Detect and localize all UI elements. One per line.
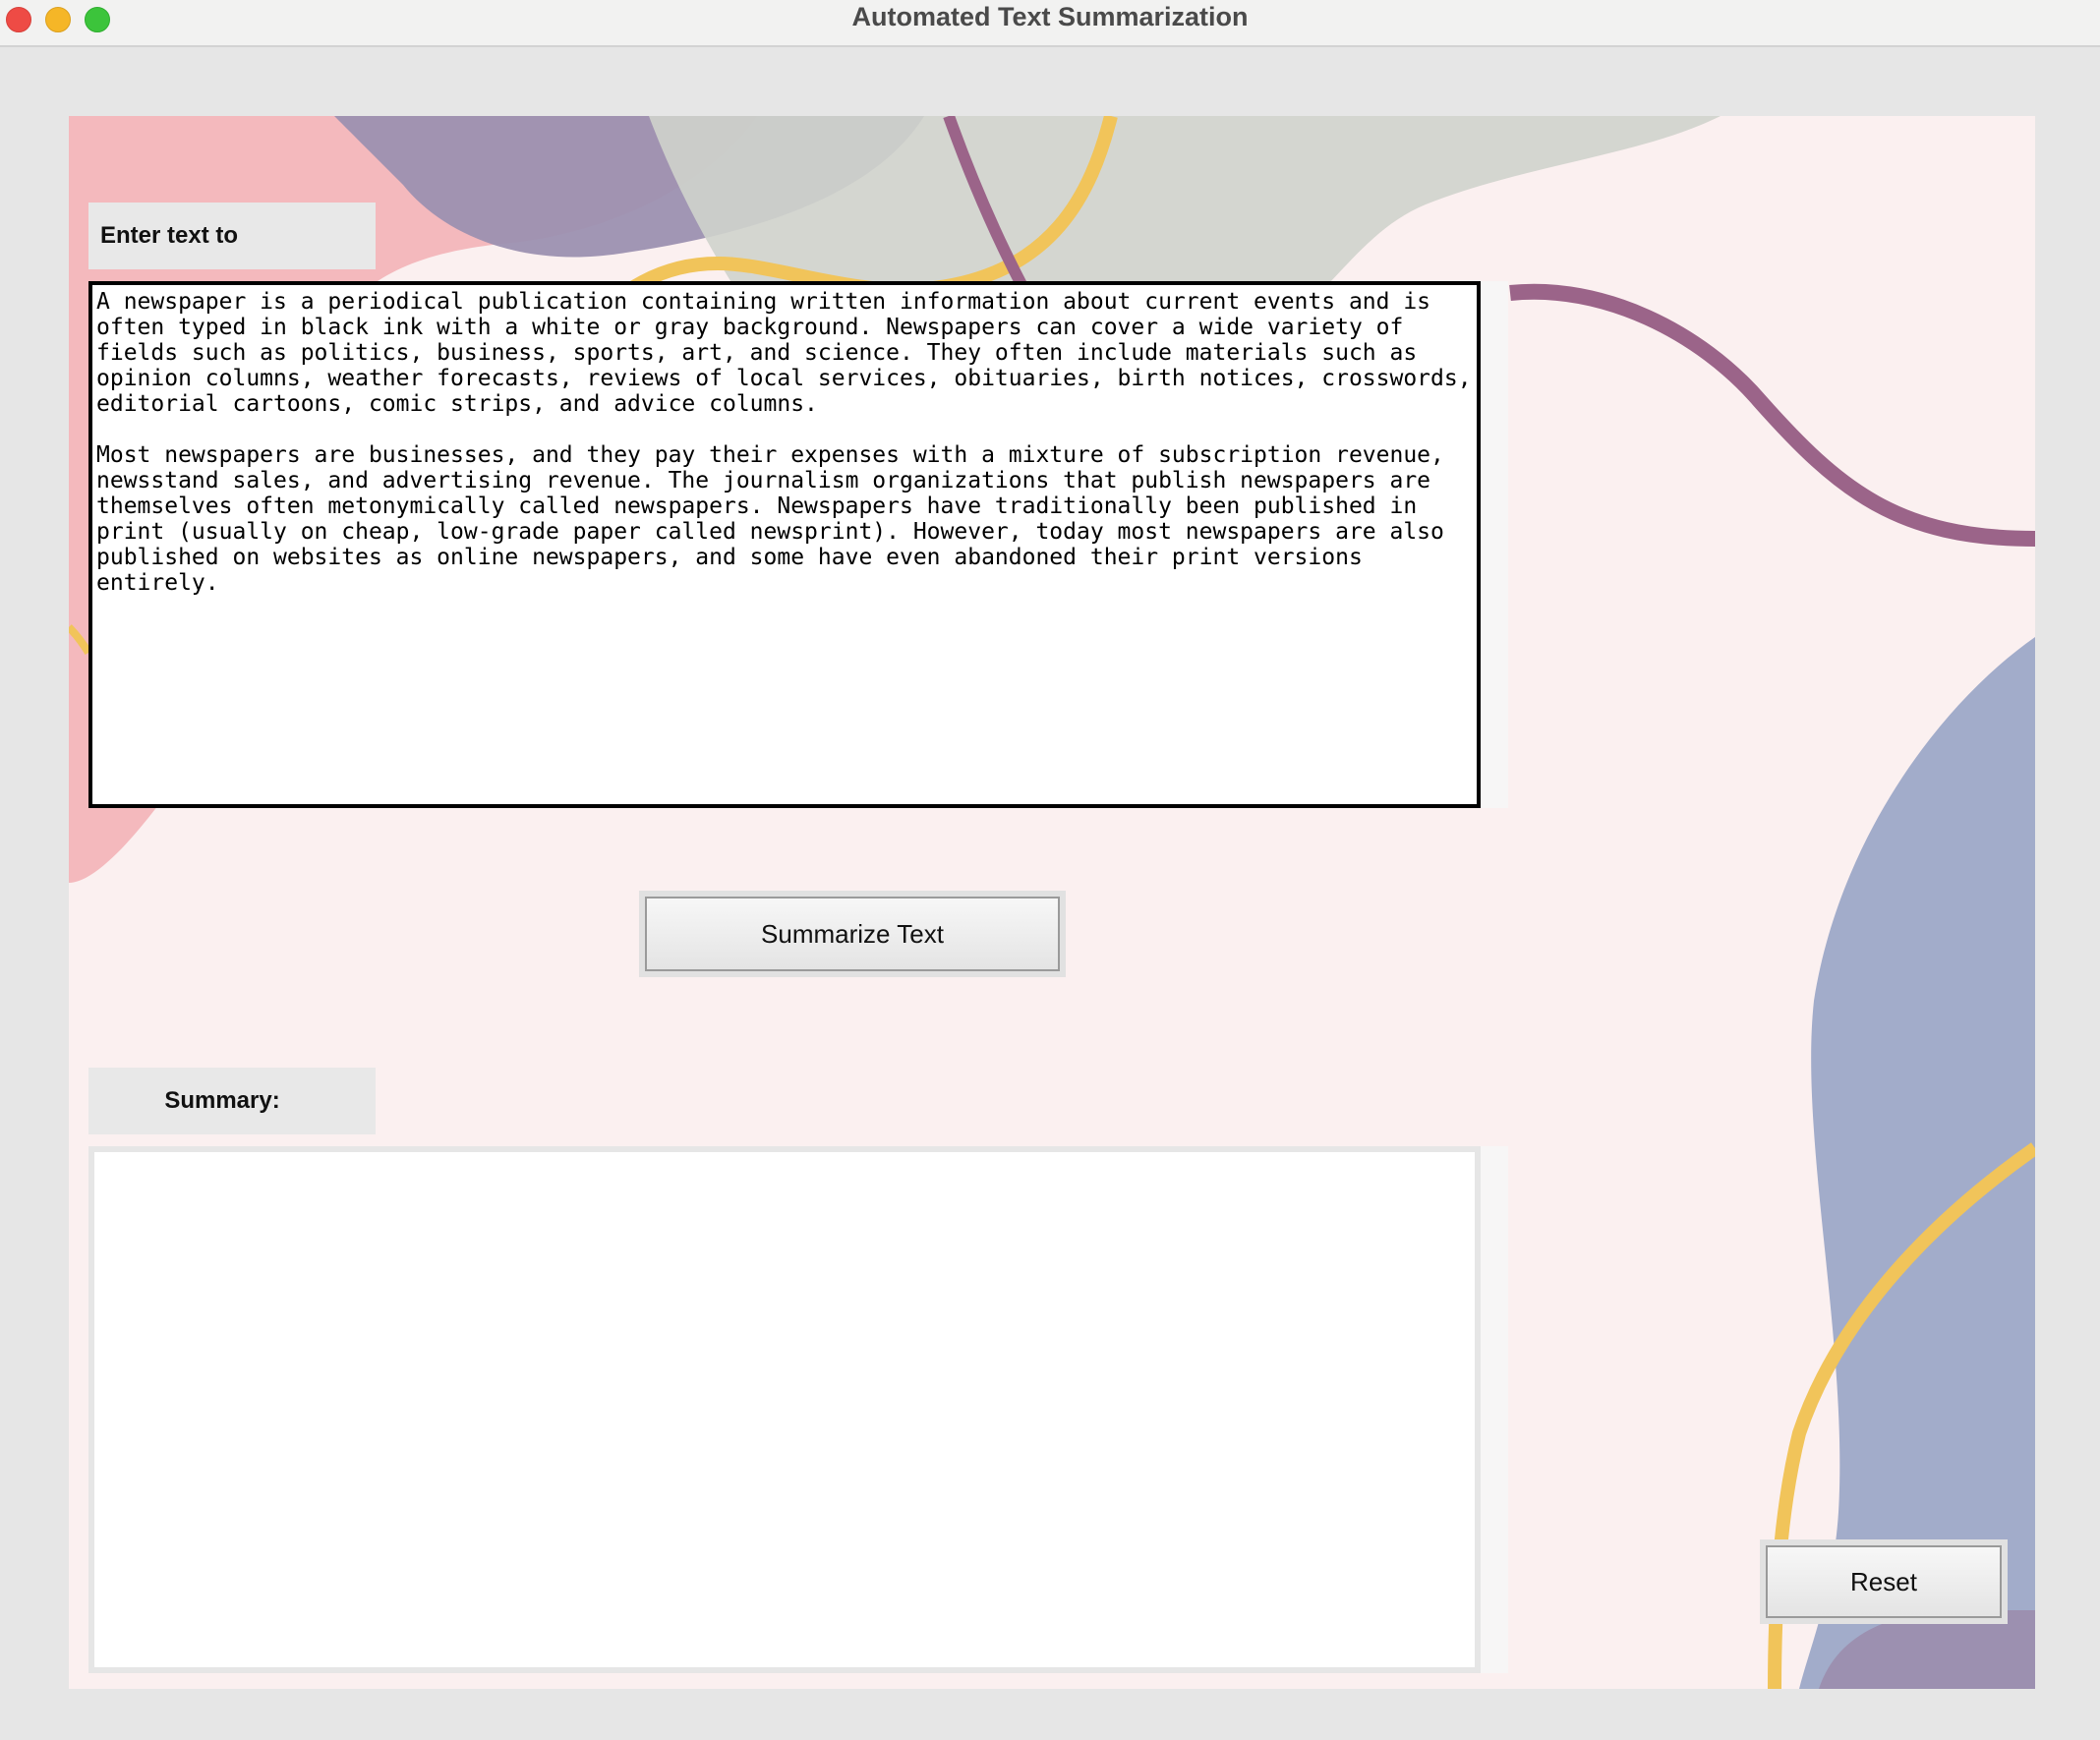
title-bar: Automated Text Summarization bbox=[0, 0, 2100, 47]
app-window: Automated Text Summarization Enter text … bbox=[0, 0, 2100, 1740]
summarize-button[interactable]: Summarize Text bbox=[645, 897, 1060, 971]
reset-button-frame: Reset bbox=[1760, 1539, 2008, 1624]
window-title: Automated Text Summarization bbox=[851, 2, 1249, 31]
summary-scrollbar[interactable] bbox=[1481, 1146, 1508, 1673]
summary-label: Summary: bbox=[88, 1068, 376, 1134]
input-text-area[interactable]: A newspaper is a periodical publication … bbox=[88, 281, 1481, 808]
summary-output-area[interactable] bbox=[88, 1146, 1481, 1673]
summarize-button-frame: Summarize Text bbox=[639, 891, 1066, 977]
main-canvas: Enter text to summarize: A newspaper is … bbox=[69, 116, 2035, 1689]
input-scrollbar[interactable] bbox=[1481, 281, 1508, 808]
reset-button[interactable]: Reset bbox=[1766, 1545, 2002, 1618]
input-label: Enter text to summarize: bbox=[88, 203, 376, 316]
